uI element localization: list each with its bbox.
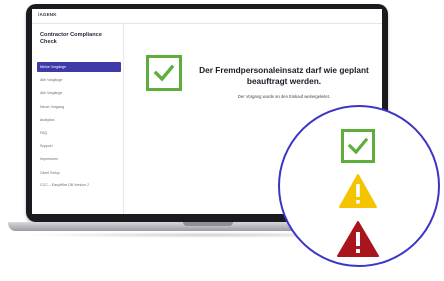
sidebar-item-version[interactable]: CCC – EasyWire.DB Version 2 xyxy=(37,181,121,197)
result-message-title: Der Fremdpersonaleinsatz darf wie geplan… xyxy=(199,65,369,86)
danger-icon xyxy=(336,220,380,263)
sidebar: Contractor Compliance Check Meine Vorgän… xyxy=(32,24,124,214)
sidebar-item-faq[interactable]: FAQ xyxy=(37,128,121,138)
sidebar-item-impressum[interactable]: Impressum xyxy=(37,154,121,164)
sidebar-item-alle-vorgaenge-2[interactable]: Alle Vorgänge xyxy=(37,88,121,98)
sidebar-item-neuer-vorgang[interactable]: Neuer Vorgang xyxy=(37,102,121,112)
sidebar-nav: Meine Vorgänge Alle Vorgänge Alle Vorgän… xyxy=(37,62,121,200)
app-title: Contractor Compliance Check xyxy=(40,32,102,45)
status-legend-circle xyxy=(278,105,440,267)
result-message-subtitle: Der Vorgang wurde an den Einkauf weiterg… xyxy=(237,94,331,99)
laptop-notch xyxy=(183,222,233,226)
check-icon xyxy=(146,55,182,91)
sidebar-item-client-setup[interactable]: Client Setup xyxy=(37,168,121,178)
sidebar-item-alle-vorgaenge[interactable]: Alle Vorgänge xyxy=(37,75,121,85)
check-icon xyxy=(341,129,375,163)
sidebar-item-meine-vorgaenge[interactable]: Meine Vorgänge xyxy=(37,62,121,72)
warning-icon xyxy=(338,173,378,214)
sidebar-item-analytics[interactable]: Analytics xyxy=(37,115,121,125)
top-bar: /AGENK xyxy=(32,9,382,24)
brand-logo[interactable]: /AGENK xyxy=(38,12,57,17)
sidebar-item-support[interactable]: Support xyxy=(37,141,121,151)
